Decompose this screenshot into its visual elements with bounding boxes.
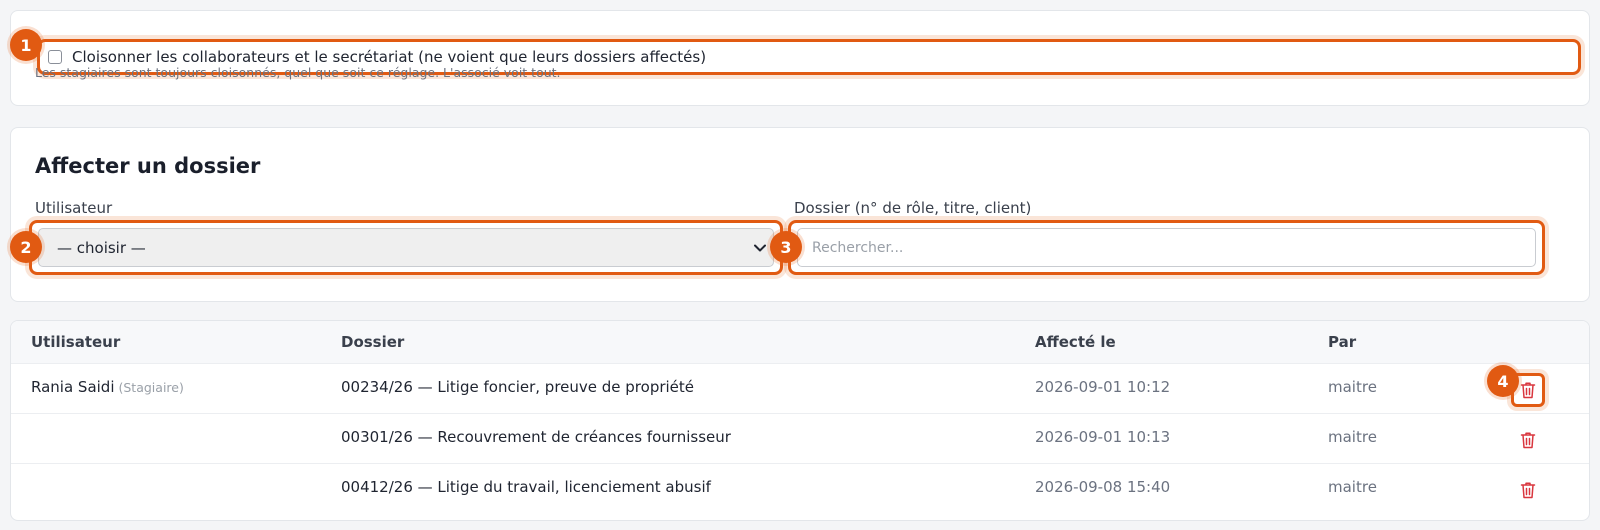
table-row: Rania Saidi (Stagiaire) 00234/26 — Litige… [11,363,1589,413]
user-role: (Stagiaire) [118,380,184,395]
cell-by: maitre [1328,428,1377,446]
trash-icon [1520,382,1536,399]
dossier-search-input[interactable] [797,228,1536,267]
delete-button[interactable] [1511,423,1545,457]
user-label: Utilisateur [35,199,113,217]
cell-date: 2026-09-01 10:12 [1035,378,1171,396]
user-select[interactable]: — choisir — [38,228,774,267]
cell-by: maitre [1328,378,1377,396]
annotation-badge-3: 3 [770,231,802,263]
assign-card: Affecter un dossier Utilisateur Dossier … [10,127,1590,302]
header-date: Affecté le [1035,333,1116,351]
annotation-badge-1: 1 [10,29,42,61]
trash-icon [1520,482,1536,499]
partition-card: Cloisonner les collaborateurs et le secr… [10,10,1590,106]
cell-dossier: 00234/26 — Litige foncier, preuve de pro… [341,378,695,396]
table-row: 00412/26 — Litige du travail, licencieme… [11,463,1589,513]
partition-checkbox[interactable] [48,50,62,64]
header-dossier: Dossier [341,333,405,351]
assign-title: Affecter un dossier [35,154,261,178]
user-select-highlight: — choisir — [29,220,783,275]
header-by: Par [1328,333,1357,351]
table-header: Utilisateur Dossier Affecté le Par [11,321,1589,363]
table-row: 00301/26 — Recouvrement de créances four… [11,413,1589,463]
user-name: Rania Saidi [31,378,115,396]
cell-date: 2026-09-08 15:40 [1035,478,1171,496]
cell-date: 2026-09-01 10:13 [1035,428,1171,446]
assignments-table: Utilisateur Dossier Affecté le Par Rania… [10,320,1590,521]
cell-user [31,478,35,496]
cell-dossier: 00412/26 — Litige du travail, licencieme… [341,478,711,496]
annotation-badge-4: 4 [1487,365,1519,397]
cell-user: Rania Saidi (Stagiaire) [31,378,184,396]
annotation-badge-2: 2 [10,231,42,263]
dossier-label: Dossier (n° de rôle, titre, client) [794,199,1032,217]
partition-hint: Les stagiaires sont toujours cloisonnés,… [35,65,561,80]
header-user: Utilisateur [31,333,121,351]
trash-icon [1520,432,1536,449]
cell-user [31,428,35,446]
chevron-down-icon [754,244,766,251]
partition-checkbox-label[interactable]: Cloisonner les collaborateurs et le secr… [72,48,706,66]
user-select-value: — choisir — [57,238,146,257]
cell-by: maitre [1328,478,1377,496]
dossier-search-highlight [788,220,1545,275]
delete-button[interactable] [1511,473,1545,507]
cell-dossier: 00301/26 — Recouvrement de créances four… [341,428,731,446]
